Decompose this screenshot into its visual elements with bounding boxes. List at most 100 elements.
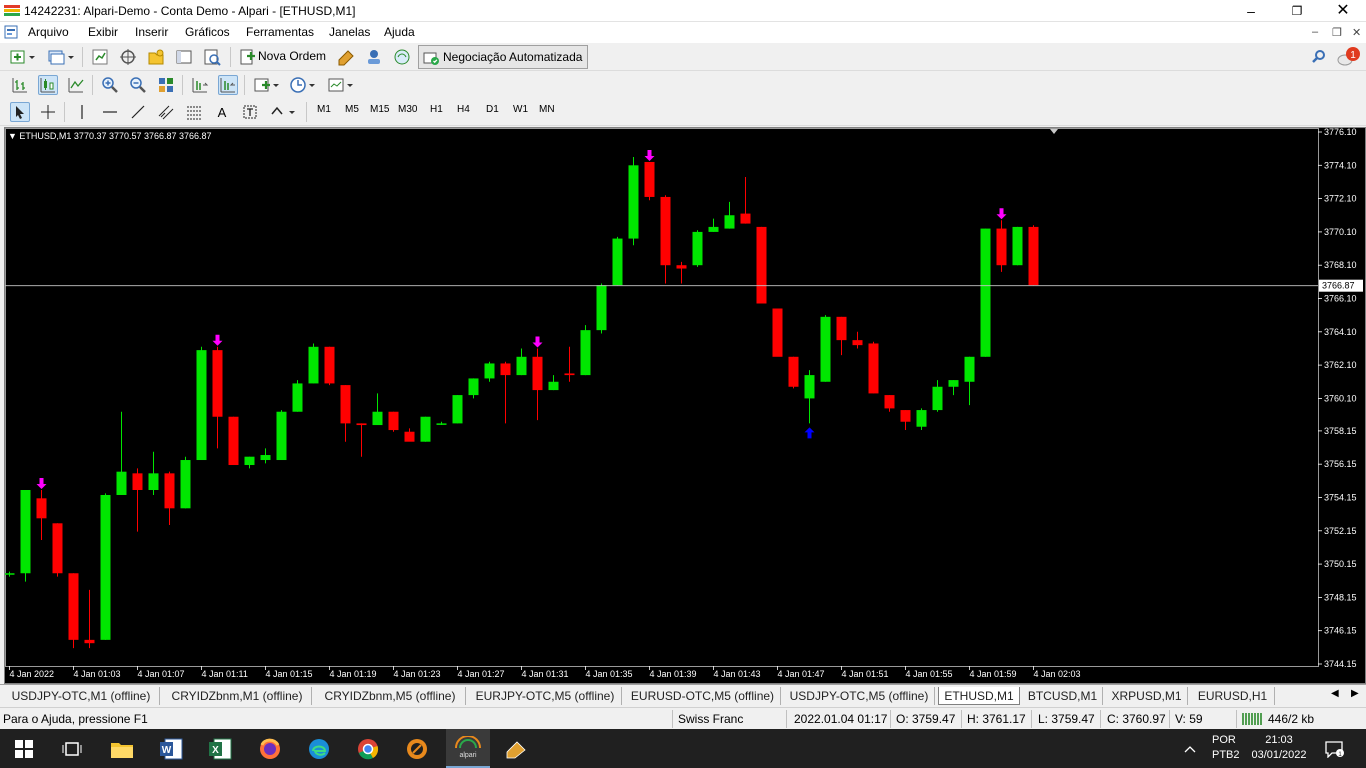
terminal-icon[interactable] xyxy=(174,47,194,67)
app-orange-icon[interactable] xyxy=(403,735,431,763)
price-chart[interactable]: 3776.10 3774.10 3772.10 3770.10 3768.10 3766.… xyxy=(5,128,1365,683)
templates-icon[interactable] xyxy=(326,75,356,95)
auto-scroll-icon[interactable] xyxy=(218,75,238,95)
menu-janelas[interactable]: Janelas xyxy=(329,25,370,39)
minimize-button[interactable]: – xyxy=(1228,0,1274,22)
line-chart-icon[interactable] xyxy=(66,75,86,95)
chart-tab[interactable]: USDJPY-OTC,M1 (offline) xyxy=(3,687,160,705)
timeframe-m1[interactable]: M1 xyxy=(317,104,331,115)
candle-body xyxy=(900,410,911,422)
maximize-button[interactable]: ❐ xyxy=(1274,0,1320,22)
menu-ajuda[interactable]: Ajuda xyxy=(384,25,415,39)
candle-body xyxy=(804,375,815,399)
new-order-icon[interactable] xyxy=(237,47,257,67)
timeframe-w1[interactable]: W1 xyxy=(513,104,528,115)
arrows-icon[interactable] xyxy=(268,102,298,122)
candle-body xyxy=(36,498,47,519)
search-icon[interactable] xyxy=(1309,47,1329,67)
tray-chevron-icon[interactable] xyxy=(1180,735,1200,763)
chart-tab[interactable]: EURJPY-OTC,M5 (offline) xyxy=(469,687,622,705)
candlestick-chart-icon[interactable] xyxy=(38,75,58,95)
timeframe-m15[interactable]: M15 xyxy=(370,104,389,115)
zoom-in-icon[interactable] xyxy=(100,75,120,95)
price-axis-label: 3744.15 xyxy=(1324,659,1357,669)
market-watch-icon[interactable] xyxy=(90,47,110,67)
chart-tab[interactable]: BTCUSD,M1 xyxy=(1023,687,1103,705)
windows-start-icon[interactable] xyxy=(10,735,38,763)
menu-ferramentas[interactable]: Ferramentas xyxy=(246,25,314,39)
chart-window[interactable]: 3776.10 3774.10 3772.10 3770.10 3768.10 3766.… xyxy=(4,127,1366,684)
file-explorer-icon[interactable] xyxy=(108,735,136,763)
new-order-button[interactable]: Nova Ordem xyxy=(258,49,326,63)
action-center-icon[interactable]: 1 xyxy=(1320,735,1348,763)
vertical-line-icon[interactable] xyxy=(72,102,92,122)
chart-shift-icon[interactable] xyxy=(190,75,210,95)
mdi-close-button[interactable]: ✕ xyxy=(1352,26,1361,39)
trendline-icon[interactable] xyxy=(128,102,148,122)
timeframe-h1[interactable]: H1 xyxy=(430,104,443,115)
tabs-scroll-right-icon[interactable]: ▶ xyxy=(1351,688,1359,699)
crosshair-nav-icon[interactable] xyxy=(118,47,138,67)
menu-arquivo[interactable]: Arquivo xyxy=(28,25,69,39)
profiles-icon[interactable] xyxy=(46,47,76,67)
chrome-icon[interactable] xyxy=(354,735,382,763)
strategy-tester-icon[interactable] xyxy=(202,47,222,67)
crosshair-icon[interactable] xyxy=(38,102,58,122)
chart-tab[interactable]: EURUSD-OTC,M5 (offline) xyxy=(625,687,781,705)
equidistant-channel-icon[interactable] xyxy=(156,102,176,122)
alpari-terminal-icon[interactable]: alpari xyxy=(446,729,490,768)
candle-body xyxy=(948,380,959,387)
chart-tab[interactable]: EURUSD,H1 xyxy=(1191,687,1275,705)
new-chart-icon[interactable] xyxy=(8,47,38,67)
text-label-icon[interactable] xyxy=(240,102,260,122)
candle-body xyxy=(260,455,271,461)
time-axis-label: 4 Jan 01:03 xyxy=(74,669,121,679)
indicators-icon[interactable] xyxy=(252,75,282,95)
input-language[interactable]: POR PTB2 xyxy=(1212,733,1240,763)
excel-icon[interactable]: X xyxy=(206,735,234,763)
price-axis-label: 3766.10 xyxy=(1324,294,1357,304)
metaeditor-icon[interactable] xyxy=(336,47,356,67)
price-axis-label: 3750.15 xyxy=(1324,559,1357,569)
tray-clock[interactable]: 21:03 03/01/2022 xyxy=(1248,733,1310,763)
periods-icon[interactable] xyxy=(288,75,318,95)
chart-tab[interactable]: CRYIDZbnm,M5 (offline) xyxy=(315,687,466,705)
navigator-icon[interactable] xyxy=(146,47,166,67)
cursor-icon[interactable] xyxy=(10,102,30,122)
timeframe-m30[interactable]: M30 xyxy=(398,104,417,115)
firefox-icon[interactable] xyxy=(256,735,284,763)
mdi-minimize-button[interactable]: – xyxy=(1312,26,1318,38)
chart-tab[interactable]: ETHUSD,M1 xyxy=(938,687,1020,705)
chart-tab[interactable]: XRPUSD,M1 xyxy=(1106,687,1188,705)
candle-body xyxy=(692,231,703,266)
auto-trading-button[interactable]: Negociação Automatizada xyxy=(418,45,588,69)
horizontal-line-icon[interactable] xyxy=(100,102,120,122)
price-axis-label: 3752.15 xyxy=(1324,526,1357,536)
candle-body xyxy=(852,340,863,346)
zoom-out-icon[interactable] xyxy=(128,75,148,95)
chart-tab[interactable]: CRYIDZbnm,M1 (offline) xyxy=(163,687,312,705)
fibonacci-icon[interactable] xyxy=(184,102,204,122)
menu-exibir[interactable]: Exibir xyxy=(88,25,118,39)
candle-body xyxy=(132,473,143,490)
chart-tab[interactable]: USDJPY-OTC,M5 (offline) xyxy=(784,687,935,705)
tile-windows-icon[interactable] xyxy=(156,75,176,95)
timeframe-mn[interactable]: MN xyxy=(539,104,555,115)
menu-inserir[interactable]: Inserir xyxy=(135,25,168,39)
text-icon[interactable]: A xyxy=(212,102,232,122)
word-icon[interactable]: W xyxy=(157,735,185,763)
bar-chart-icon[interactable] xyxy=(10,75,30,95)
timeframe-d1[interactable]: D1 xyxy=(486,104,499,115)
tabs-scroll-left-icon[interactable]: ◀ xyxy=(1331,688,1339,699)
close-button[interactable]: ✕ xyxy=(1320,0,1366,22)
notifications-icon[interactable]: 1 xyxy=(1336,47,1362,67)
mdi-restore-button[interactable]: ❐ xyxy=(1332,26,1342,39)
task-view-icon[interactable] xyxy=(58,735,86,763)
timeframe-m5[interactable]: M5 xyxy=(345,104,359,115)
vps-icon[interactable] xyxy=(392,47,412,67)
edge-icon[interactable] xyxy=(305,735,333,763)
timeframe-h4[interactable]: H4 xyxy=(457,104,470,115)
signals-icon[interactable] xyxy=(364,47,384,67)
metaeditor-taskbar-icon[interactable] xyxy=(502,735,530,763)
menu-graficos[interactable]: Gráficos xyxy=(185,25,230,39)
